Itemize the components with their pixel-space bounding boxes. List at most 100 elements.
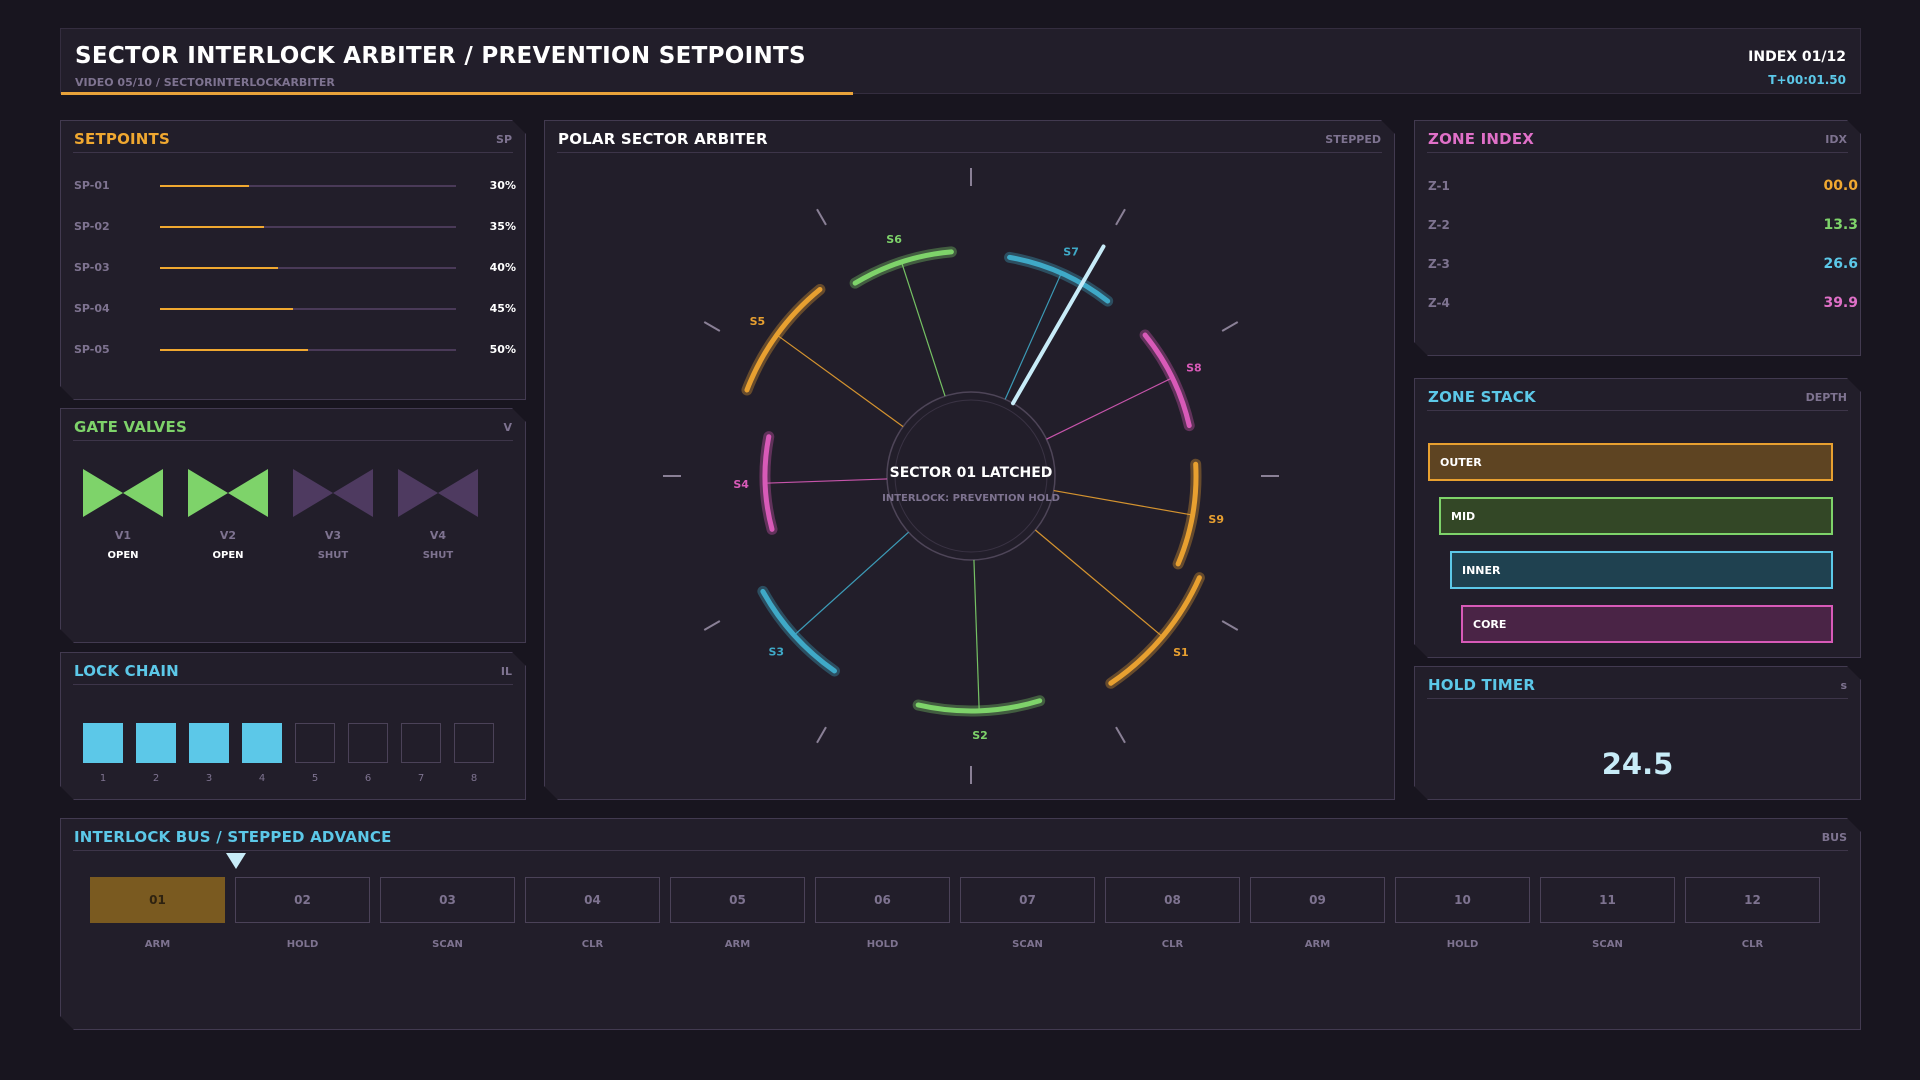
zone-value: 26.6 bbox=[1823, 256, 1858, 272]
zone-index-row: Z-3 26.6 bbox=[1428, 254, 1858, 274]
setpoint-value: 45% bbox=[489, 302, 516, 315]
zone-stack-layer: INNER bbox=[1450, 551, 1833, 589]
zone-value: 39.9 bbox=[1823, 295, 1858, 311]
gate-valve[interactable]: V2 OPEN bbox=[188, 469, 268, 561]
setpoint-label: SP-03 bbox=[74, 261, 110, 274]
zone-index-row: Z-2 13.3 bbox=[1428, 215, 1858, 235]
setpoint-slider[interactable] bbox=[160, 226, 456, 228]
setpoint-slider[interactable] bbox=[160, 185, 456, 187]
sector-label: S3 bbox=[769, 645, 785, 658]
bus-step[interactable]: 01 bbox=[90, 877, 225, 923]
bus-step-label: ARM bbox=[144, 939, 171, 950]
bus-step[interactable]: 03 bbox=[380, 877, 515, 923]
dial-tick bbox=[704, 322, 720, 331]
setpoint-slider[interactable] bbox=[160, 349, 456, 351]
lock-cell-number: 2 bbox=[152, 773, 160, 784]
lock-cell bbox=[136, 723, 176, 763]
zone-stack-layer: MID bbox=[1439, 497, 1833, 535]
polar-arbiter-panel: POLAR SECTOR ARBITER STEPPED S1 S2 S3 S4 S5 S… bbox=[544, 120, 1395, 800]
valve-state: SHUT bbox=[422, 550, 454, 561]
bus-step-label: HOLD bbox=[866, 939, 899, 950]
sector-label: S8 bbox=[1186, 361, 1202, 374]
interlock-bus-panel: INTERLOCK BUS / STEPPED ADVANCE BUS 01 AR… bbox=[60, 818, 1861, 1030]
header-bar: SECTOR INTERLOCK ARBITER / PREVENTION SE… bbox=[60, 28, 1861, 95]
sector-spoke bbox=[765, 479, 887, 483]
dial-tick bbox=[1222, 322, 1238, 331]
setpoint-value: 30% bbox=[489, 179, 516, 192]
lock-cell-number: 5 bbox=[311, 773, 319, 784]
bus-step[interactable]: 05 bbox=[670, 877, 805, 923]
lock-cell bbox=[454, 723, 494, 763]
valve-icon bbox=[83, 469, 163, 517]
gate-valve[interactable]: V1 OPEN bbox=[83, 469, 163, 561]
lock-cell bbox=[295, 723, 335, 763]
bus-step-label: CLR bbox=[1741, 939, 1764, 950]
sector-label: S9 bbox=[1208, 513, 1224, 526]
bus-step-label: HOLD bbox=[1446, 939, 1479, 950]
zone-index-row: Z-4 39.9 bbox=[1428, 293, 1858, 313]
gate-valve[interactable]: V4 SHUT bbox=[398, 469, 478, 561]
setpoint-slider[interactable] bbox=[160, 267, 456, 269]
hold-timer-panel: HOLD TIMER s 24.5 bbox=[1414, 666, 1861, 800]
sector-label: S7 bbox=[1063, 245, 1079, 258]
setpoints-title: SETPOINTS bbox=[74, 130, 170, 148]
bus-step[interactable]: 09 bbox=[1250, 877, 1385, 923]
bus-step[interactable]: 10 bbox=[1395, 877, 1530, 923]
bus-step[interactable]: 11 bbox=[1540, 877, 1675, 923]
zone-index-tag: IDX bbox=[1825, 133, 1847, 146]
bus-step[interactable]: 08 bbox=[1105, 877, 1240, 923]
bus-step[interactable]: 07 bbox=[960, 877, 1095, 923]
lock-chain-title: LOCK CHAIN bbox=[74, 662, 179, 680]
step-pointer-icon bbox=[224, 851, 248, 871]
zone-stack-title: ZONE STACK bbox=[1428, 388, 1536, 406]
gate-valves-panel: GATE VALVES V V1 OPEN V2 OPEN V3 SHUT V4 SHUT bbox=[60, 408, 526, 643]
bus-step[interactable]: 12 bbox=[1685, 877, 1820, 923]
setpoint-row: SP-04 45% bbox=[74, 299, 514, 319]
sector-spoke bbox=[777, 335, 903, 427]
sector-spoke bbox=[794, 532, 908, 635]
setpoint-value: 50% bbox=[489, 343, 516, 356]
gate-valve[interactable]: V3 SHUT bbox=[293, 469, 373, 561]
bus-step-label: SCAN bbox=[1592, 939, 1623, 950]
zone-value: 13.3 bbox=[1823, 217, 1858, 233]
bus-step-label: ARM bbox=[724, 939, 751, 950]
time-readout: T+00:01.50 bbox=[1768, 73, 1846, 87]
setpoint-row: SP-01 30% bbox=[74, 176, 514, 196]
lock-cell-number: 8 bbox=[470, 773, 478, 784]
valve-icon bbox=[398, 469, 478, 517]
hold-timer-title: HOLD TIMER bbox=[1428, 676, 1536, 694]
setpoint-label: SP-04 bbox=[74, 302, 110, 315]
setpoint-label: SP-02 bbox=[74, 220, 110, 233]
lock-cell-number: 7 bbox=[417, 773, 425, 784]
zone-label: Z-3 bbox=[1428, 257, 1450, 271]
setpoint-label: SP-05 bbox=[74, 343, 110, 356]
valve-label: V1 bbox=[114, 529, 132, 542]
zone-index-row: Z-1 00.0 bbox=[1428, 176, 1858, 196]
zone-stack-layer: OUTER bbox=[1428, 443, 1833, 481]
sector-label: S2 bbox=[972, 729, 988, 742]
valve-icon bbox=[293, 469, 373, 517]
valve-label: V4 bbox=[429, 529, 447, 542]
timeline-progress-bar bbox=[61, 92, 854, 95]
sector-spoke bbox=[1046, 378, 1172, 439]
zone-index-title: ZONE INDEX bbox=[1428, 130, 1535, 148]
setpoint-slider[interactable] bbox=[160, 308, 456, 310]
sector-label: S4 bbox=[733, 478, 749, 491]
sector-label: S1 bbox=[1173, 646, 1189, 659]
gate-valves-title: GATE VALVES bbox=[74, 418, 188, 436]
sector-spoke bbox=[1035, 530, 1162, 637]
lock-cell bbox=[401, 723, 441, 763]
sector-label: S6 bbox=[886, 233, 902, 246]
center-substatus: INTERLOCK: PREVENTION HOLD bbox=[882, 493, 1060, 504]
valve-label: V3 bbox=[324, 529, 342, 542]
bus-step[interactable]: 06 bbox=[815, 877, 950, 923]
bus-step[interactable]: 02 bbox=[235, 877, 370, 923]
zone-label: Z-2 bbox=[1428, 218, 1450, 232]
dial-tick bbox=[1116, 209, 1125, 225]
lock-cell-number: 3 bbox=[205, 773, 213, 784]
setpoints-tag: SP bbox=[496, 133, 512, 146]
setpoint-row: SP-05 50% bbox=[74, 340, 514, 360]
bus-step-label: SCAN bbox=[432, 939, 463, 950]
bus-step[interactable]: 04 bbox=[525, 877, 660, 923]
setpoint-label: SP-01 bbox=[74, 179, 110, 192]
